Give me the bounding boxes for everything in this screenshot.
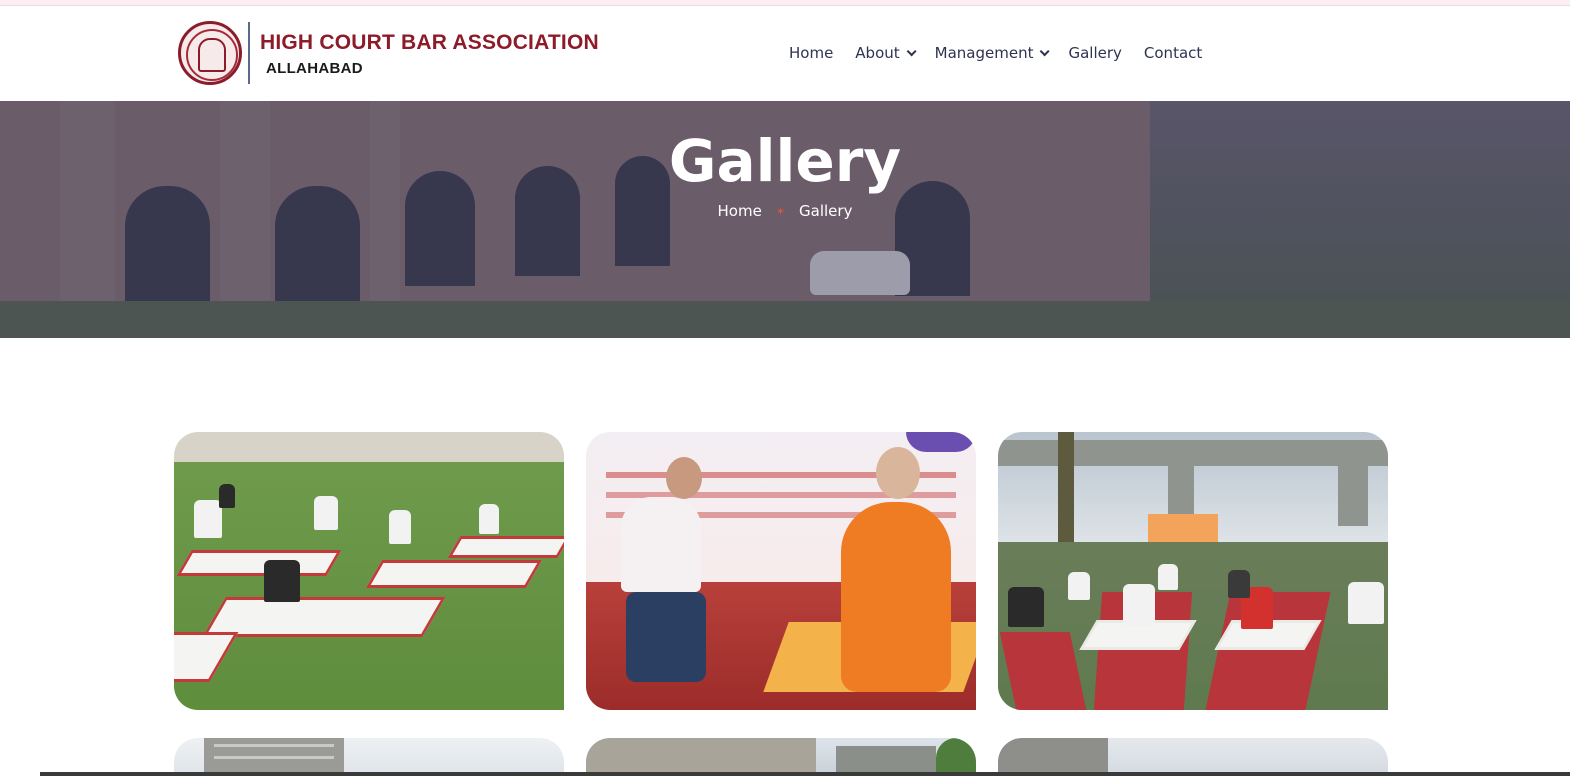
nav-contact-label: Contact [1143, 44, 1203, 62]
photo-background [174, 432, 564, 462]
page-hero-banner: Gallery Home ✶ Gallery [0, 101, 1570, 338]
instructor-head [876, 447, 920, 499]
page-title: Gallery [668, 127, 902, 195]
flyover-pillar [1338, 466, 1368, 526]
nav-about-label: About [855, 44, 900, 62]
gallery-image-1[interactable] [174, 432, 564, 710]
woman-head [666, 457, 702, 499]
gallery-image-2[interactable] [586, 432, 976, 710]
building-window-row [214, 744, 334, 747]
person-figure [1228, 570, 1250, 598]
logo-divider [248, 22, 250, 84]
yoga-mat [447, 536, 564, 558]
gallery-image-3[interactable] [998, 432, 1388, 710]
building-facade [998, 738, 1108, 776]
gallery-image-6[interactable] [998, 738, 1388, 776]
person-figure [314, 496, 338, 530]
seated-woman [621, 497, 701, 592]
yoga-mat [365, 560, 543, 588]
nav-about[interactable]: About [855, 44, 917, 62]
yoga-mat [176, 550, 342, 576]
site-header: HIGH COURT BAR ASSOCIATION ALLAHABAD Hom… [0, 6, 1570, 101]
person-figure [264, 560, 300, 602]
instructor-figure [841, 502, 951, 692]
logo-subtitle: ALLAHABAD [266, 59, 363, 77]
person-figure [479, 504, 499, 534]
person-figure [1008, 587, 1044, 627]
site-logo[interactable]: HIGH COURT BAR ASSOCIATION ALLAHABAD [178, 20, 599, 86]
person-figure [194, 500, 222, 538]
logo-text: HIGH COURT BAR ASSOCIATION ALLAHABAD [260, 30, 599, 77]
yoga-mat [202, 597, 446, 637]
nav-management-label: Management [934, 44, 1034, 62]
association-seal-icon [178, 21, 242, 85]
breadcrumb: Home ✶ Gallery [0, 202, 1570, 220]
seated-woman-legs [626, 592, 706, 682]
tree-trunk [1058, 432, 1074, 552]
nav-home[interactable]: Home [789, 44, 833, 62]
nav-management[interactable]: Management [934, 44, 1051, 62]
nav-gallery[interactable]: Gallery [1068, 44, 1121, 62]
chevron-down-icon [1040, 45, 1051, 56]
person-figure [219, 484, 235, 508]
chevron-down-icon [906, 45, 917, 56]
nav-contact[interactable]: Contact [1144, 44, 1202, 62]
breadcrumb-separator-icon: ✶ [775, 204, 786, 218]
person-figure [389, 510, 411, 544]
building-facade [586, 738, 816, 776]
breadcrumb-home-link[interactable]: Home [718, 202, 762, 220]
gallery-image-4[interactable] [174, 738, 564, 776]
bottom-scroll-edge [40, 772, 1570, 776]
building-window-row [214, 756, 334, 759]
banner-accent [906, 432, 976, 452]
breadcrumb-current: Gallery [799, 202, 853, 220]
person-figure [1348, 582, 1384, 624]
nav-gallery-label: Gallery [1068, 44, 1122, 62]
person-figure [1123, 584, 1155, 626]
tree [936, 738, 976, 776]
gallery-image-5[interactable] [586, 738, 976, 776]
person-figure [1158, 564, 1178, 590]
flyover-deck [998, 440, 1388, 466]
person-figure [1068, 572, 1090, 600]
nav-home-label: Home [789, 44, 834, 62]
main-navigation: Home About Management Gallery Contact [789, 44, 1224, 62]
logo-title: HIGH COURT BAR ASSOCIATION [260, 30, 599, 54]
